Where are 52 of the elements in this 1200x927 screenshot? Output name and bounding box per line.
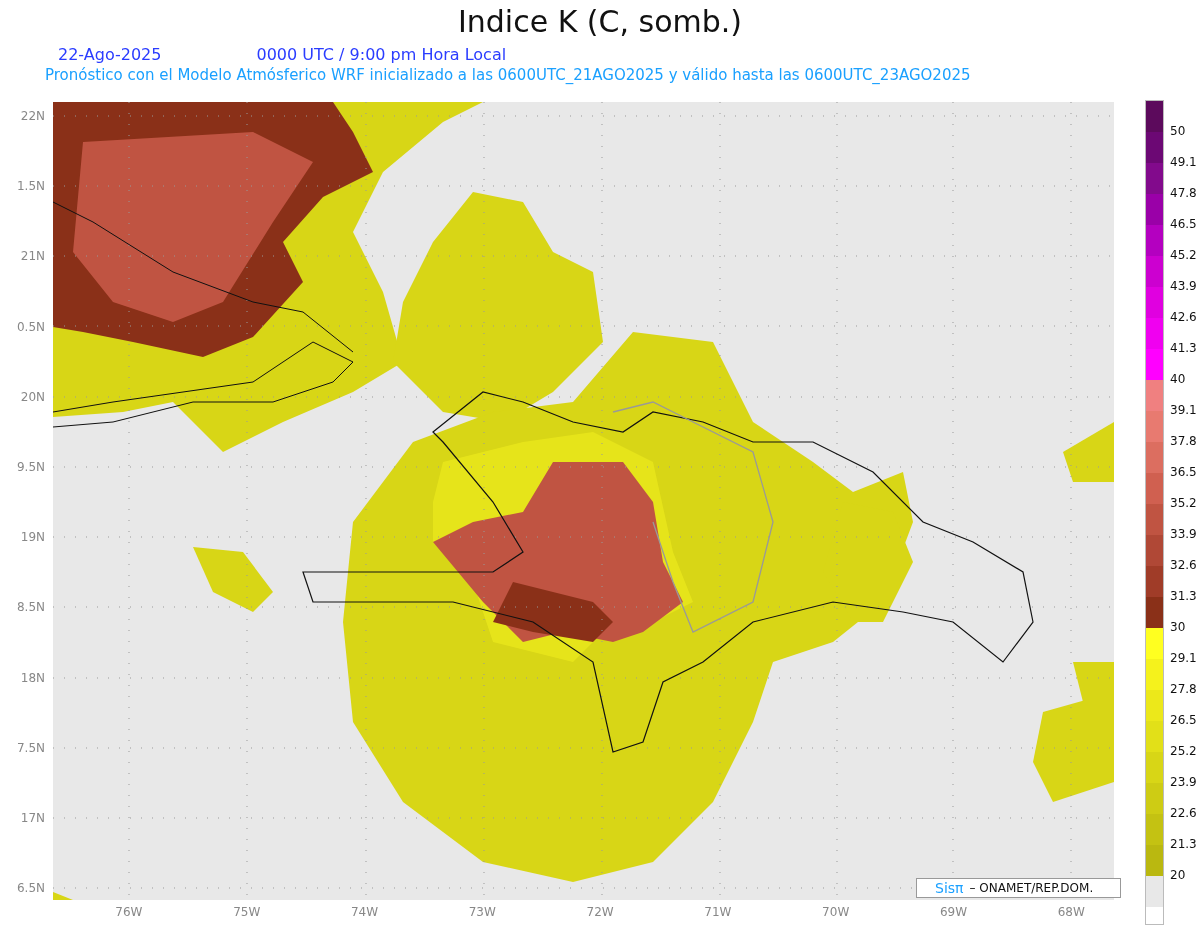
latitude-label: 21N bbox=[19, 248, 46, 266]
longitude-label: 74W bbox=[349, 904, 380, 921]
colorbar-label: 35.2 bbox=[1170, 495, 1197, 512]
colorbar-label: 41.3 bbox=[1170, 340, 1197, 357]
colorbar-label: 22.6 bbox=[1170, 805, 1197, 822]
colorbar-label: 46.5 bbox=[1170, 216, 1197, 233]
colorbar-label: 23.9 bbox=[1170, 774, 1197, 791]
colorbar-label: 21.3 bbox=[1170, 836, 1197, 853]
colorbar-label: 47.8 bbox=[1170, 185, 1197, 202]
colorbar-label: 32.6 bbox=[1170, 557, 1197, 574]
latitude-label: 18N bbox=[19, 669, 46, 687]
colorbar-label: 49.1 bbox=[1170, 154, 1197, 171]
forecast-description: Pronóstico con el Modelo Atmósferico WRF inicializado a las 0600UTC_21AGO2025 y válido hasta las 0600UTC_23AGO2025 bbox=[44, 65, 972, 86]
colorbar-label: 27.8 bbox=[1170, 681, 1197, 698]
colorbar-label: 39.1 bbox=[1170, 402, 1197, 419]
latitude-label: 1.5N bbox=[15, 178, 46, 196]
longitude-label: 75W bbox=[232, 904, 262, 921]
time-label: 0000 UTC / 9:00 pm Hora Local bbox=[256, 45, 507, 65]
colorbar-label: 30 bbox=[1170, 619, 1187, 636]
colorbar-label: 43.9 bbox=[1170, 278, 1197, 295]
latitude-label: 20N bbox=[19, 388, 46, 406]
colorbar-label: 37.8 bbox=[1170, 433, 1197, 450]
longitude-label: 69W bbox=[938, 904, 969, 921]
longitude-label: 76W bbox=[114, 904, 144, 921]
longitude-label: 68W bbox=[1056, 904, 1086, 921]
colorbar-label: 25.2 bbox=[1170, 743, 1197, 760]
logo-text: Sisπ bbox=[935, 880, 964, 896]
longitude-label: 70W bbox=[821, 904, 851, 921]
colorbar-label: 45.2 bbox=[1170, 247, 1197, 264]
longitude-label: 72W bbox=[585, 904, 615, 921]
map-title: Indice K (C, somb.) bbox=[456, 3, 744, 41]
longitude-label: 71W bbox=[703, 904, 733, 921]
date-label: 22-Ago-2025 bbox=[58, 45, 162, 65]
latitude-label: 19N bbox=[19, 529, 46, 547]
colorbar-label: 31.3 bbox=[1170, 588, 1197, 605]
colorbar-label: 36.5 bbox=[1170, 464, 1197, 481]
colorbar-label: 50 bbox=[1170, 123, 1187, 140]
latitude-label: 8.5N bbox=[15, 599, 46, 617]
colorbar-label: 26.5 bbox=[1170, 712, 1197, 729]
colorbar-label: 29.1 bbox=[1170, 650, 1197, 667]
latitude-label: 0.5N bbox=[15, 318, 46, 336]
colorbar-label: 33.9 bbox=[1170, 526, 1197, 543]
credit-text: – ONAMET/REP.DOM. bbox=[969, 881, 1094, 895]
latitude-label: 17N bbox=[19, 809, 46, 827]
latitude-label: 9.5N bbox=[15, 459, 46, 477]
latitude-label: 6.5N bbox=[15, 880, 46, 898]
latitude-label: 22N bbox=[19, 108, 46, 126]
colorbar-label: 20 bbox=[1170, 867, 1187, 884]
colorbar-label: 42.6 bbox=[1170, 309, 1197, 326]
colorbar-label: 40 bbox=[1170, 371, 1187, 388]
longitude-label: 73W bbox=[467, 904, 497, 921]
latitude-label: 7.5N bbox=[15, 739, 46, 757]
